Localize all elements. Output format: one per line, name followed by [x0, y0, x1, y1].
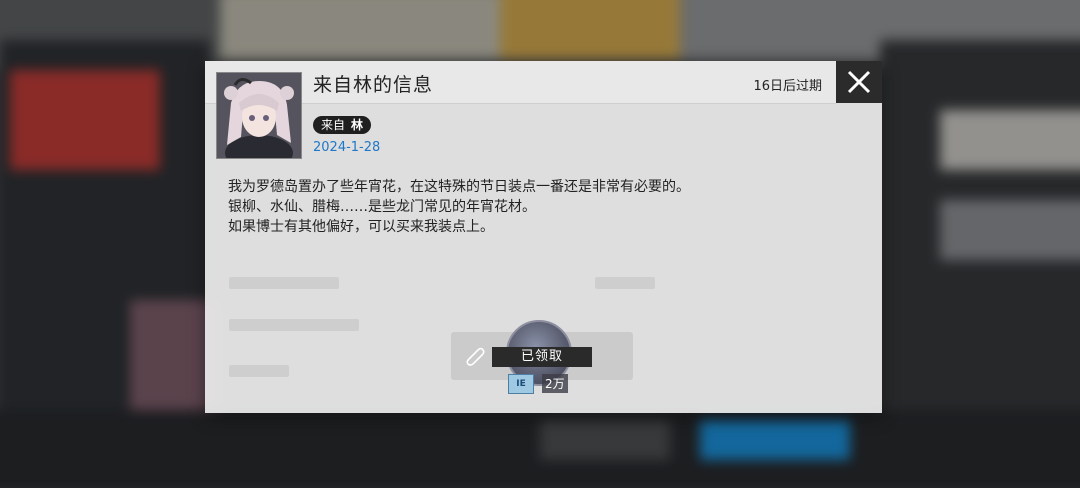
message-dialog: 来自林的信息 16日后过期 来自林 2024-1-28 我为罗德岛置办了些年宵花…	[205, 61, 882, 413]
ghost-line	[229, 365, 289, 377]
ghost-line	[595, 277, 655, 289]
message-date: 2024-1-28	[313, 140, 381, 155]
message-line: 银柳、水仙、腊梅……是些龙门常见的年宵花材。	[228, 199, 536, 215]
claimed-status: 已领取	[492, 347, 592, 367]
close-icon	[847, 70, 871, 94]
sender-tag: 来自林	[313, 116, 372, 134]
character-avatar	[216, 72, 302, 159]
message-line: 我为罗德岛置办了些年宵花，在这特殊的节日装点一番还是非常有必要的。	[228, 179, 690, 195]
close-button[interactable]	[836, 61, 882, 103]
sender-prefix: 来自	[321, 118, 346, 132]
item-count: 2万	[542, 374, 568, 393]
message-body: 我为罗德岛置办了些年宵花，在这特殊的节日装点一番还是非常有必要的。 银柳、水仙、…	[228, 177, 848, 237]
ghost-line	[229, 319, 359, 331]
message-line: 如果博士有其他偏好，可以买来我装点上。	[228, 219, 494, 235]
item-badge-icon: IE	[508, 374, 534, 394]
ghost-line	[229, 277, 339, 289]
dialog-title: 来自林的信息	[313, 74, 434, 96]
expire-label: 16日后过期	[753, 79, 822, 94]
sender-name: 林	[351, 118, 364, 132]
paperclip-icon	[466, 347, 485, 366]
